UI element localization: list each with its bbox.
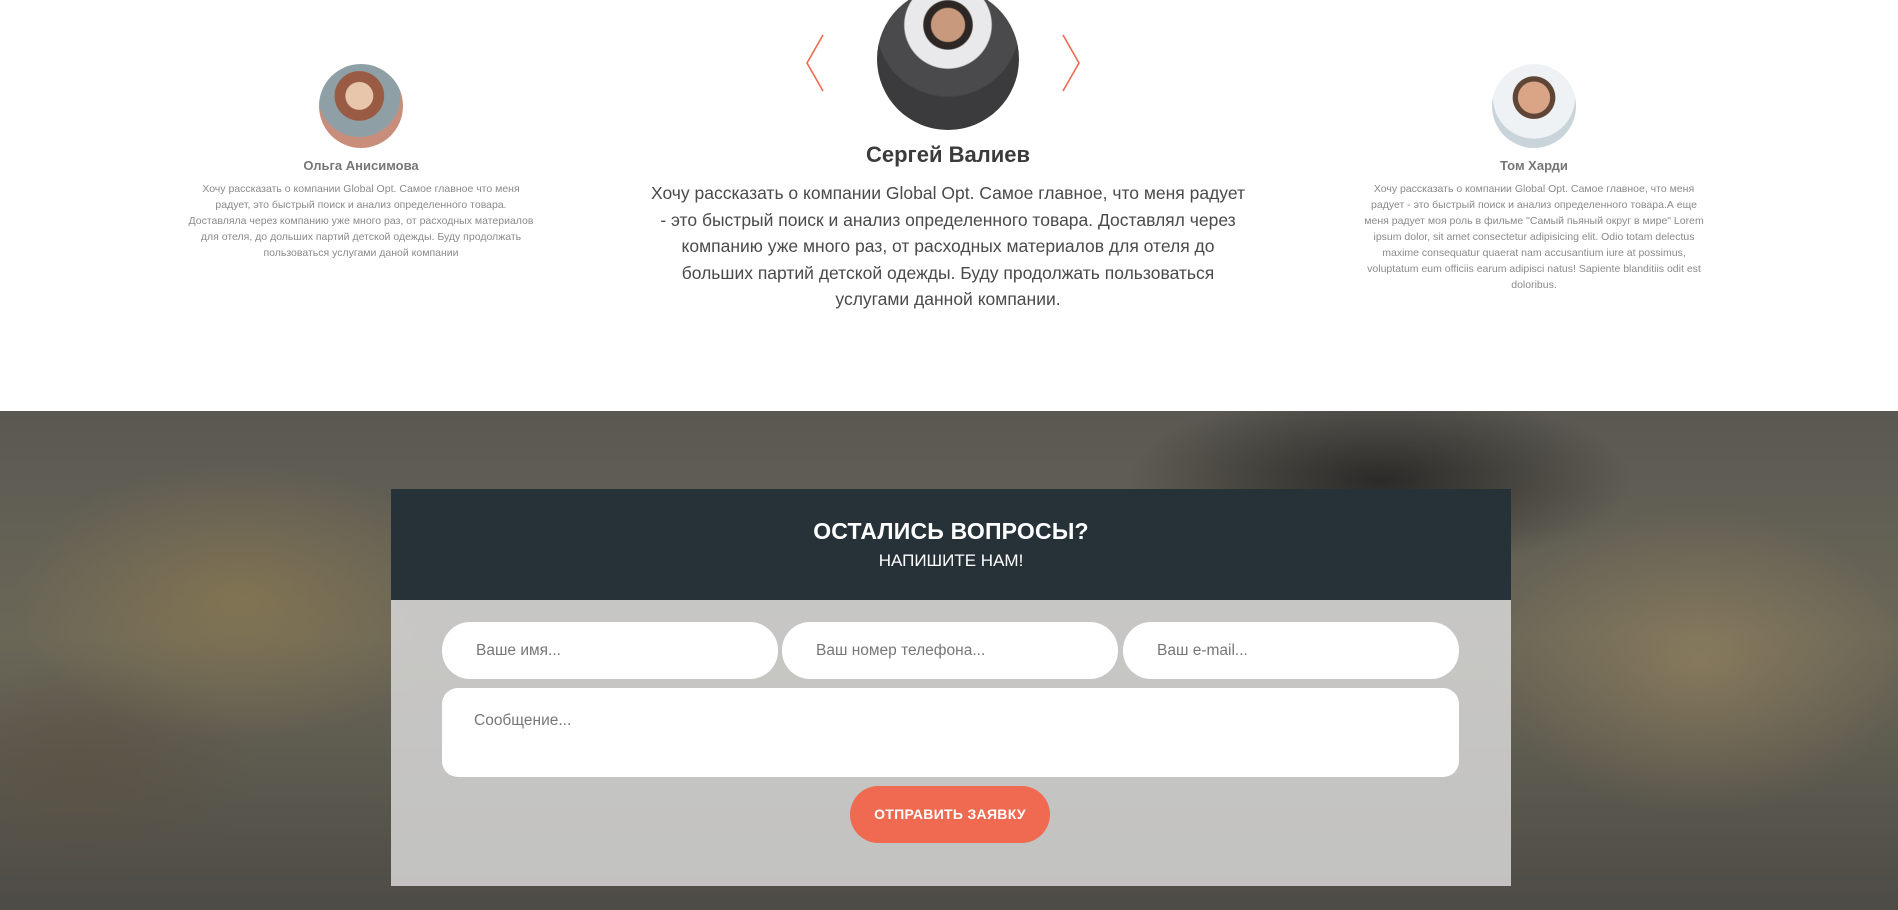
avatar (877, 0, 1019, 130)
chevron-right-icon (1062, 34, 1080, 92)
testimonial-author: Ольга Анисимова (303, 158, 419, 173)
testimonial-text: Хочу рассказать о компании Global Opt. С… (1364, 183, 1704, 291)
testimonial-card-right: Том Харди Хочу рассказать о компании Glo… (1359, 64, 1709, 293)
testimonial-card-active: Сергей Валиев Хочу рассказать о компании… (640, 0, 1256, 313)
phone-input[interactable]: Ваш номер телефона... (782, 622, 1118, 679)
testimonial-author: Сергей Валиев (866, 142, 1030, 167)
testimonial-author: Том Харди (1500, 158, 1568, 173)
contact-subtitle: НАПИШИТЕ НАМ! (878, 551, 1024, 570)
contact-form: ОСТАЛИСЬ ВОПРОСЫ? НАПИШИТЕ НАМ! Ваше имя… (391, 489, 1511, 886)
name-input[interactable]: Ваше имя... (442, 622, 778, 679)
testimonial-card-left: Ольга Анисимова Хочу рассказать о компан… (186, 64, 536, 261)
submit-button[interactable]: ОТПРАВИТЬ ЗАЯВКУ (850, 786, 1050, 843)
carousel-next-button[interactable] (1059, 33, 1083, 93)
message-textarea[interactable]: Сообщение... (442, 688, 1459, 777)
contact-form-header: ОСТАЛИСЬ ВОПРОСЫ? НАПИШИТЕ НАМ! (391, 489, 1511, 600)
contact-section: ОСТАЛИСЬ ВОПРОСЫ? НАПИШИТЕ НАМ! Ваше имя… (0, 411, 1898, 910)
avatar (1492, 64, 1576, 148)
testimonial-text: Хочу рассказать о компании Global Opt. С… (650, 183, 1246, 309)
testimonial-text: Хочу рассказать о компании Global Opt. С… (188, 183, 534, 259)
avatar (319, 64, 403, 148)
contact-title: ОСТАЛИСЬ ВОПРОСЫ? (813, 518, 1089, 544)
testimonials-section: Ольга Анисимова Хочу рассказать о компан… (0, 0, 1898, 411)
email-input[interactable]: Ваш e-mail... (1123, 622, 1459, 679)
contact-form-body: Ваше имя... Ваш номер телефона... Ваш e-… (391, 600, 1511, 886)
